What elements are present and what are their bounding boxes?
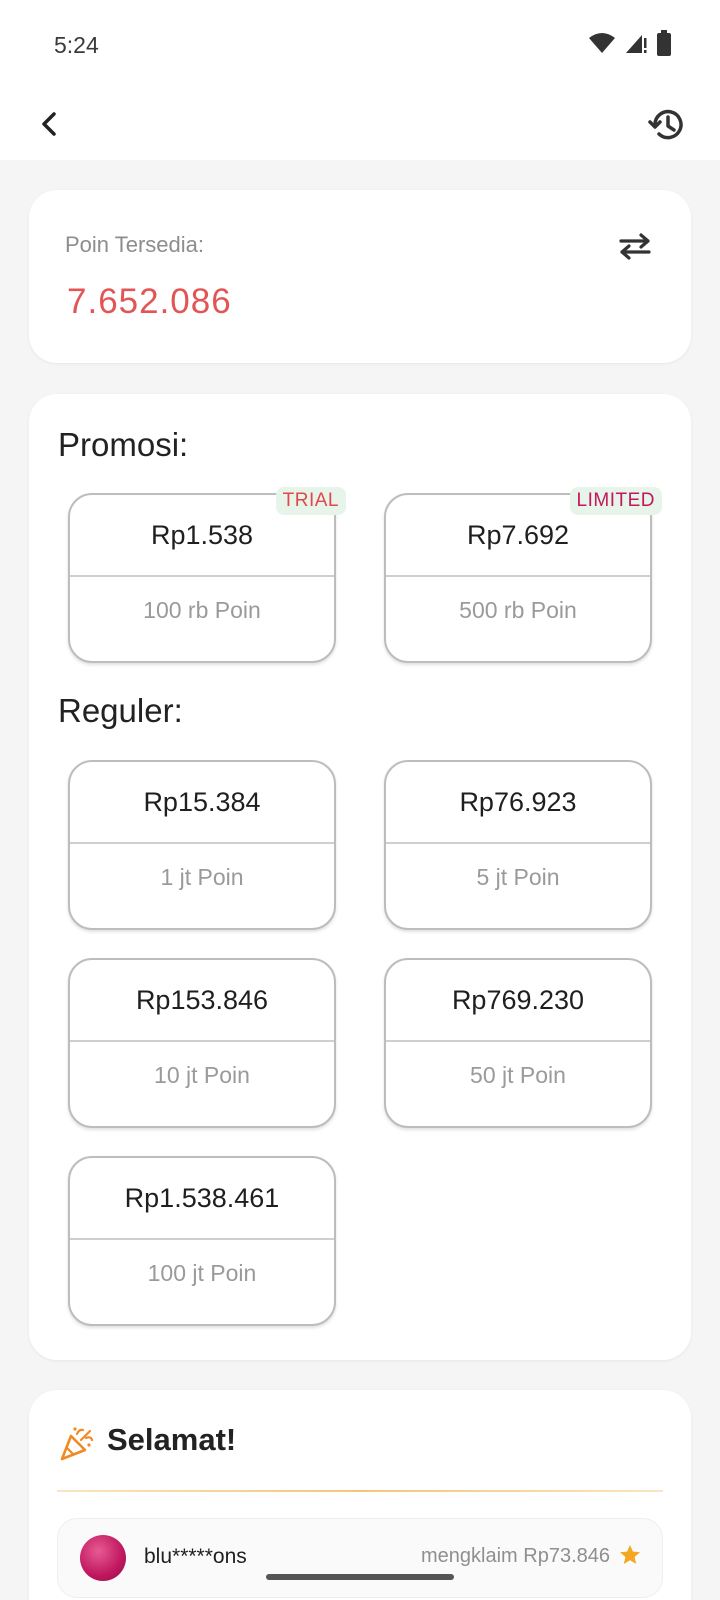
promo-package-trial[interactable]: Rp1.538 100 rb Poin TRIAL xyxy=(68,487,346,663)
reguler-package-3[interactable]: Rp153.846 10 jt Poin xyxy=(68,958,336,1128)
trial-badge: TRIAL xyxy=(275,487,346,515)
reguler-package-4[interactable]: Rp769.230 50 jt Poin xyxy=(384,958,652,1128)
status-bar: 5:24 xyxy=(0,0,720,90)
back-button[interactable] xyxy=(30,104,70,144)
congrats-title: Selamat! xyxy=(107,1422,237,1457)
promo-package-limited[interactable]: Rp7.692 500 rb Poin LIMITED xyxy=(384,487,662,663)
reguler-package-5[interactable]: Rp1.538.461 100 jt Poin xyxy=(68,1156,336,1326)
package-price: Rp1.538.461 xyxy=(70,1158,334,1240)
package-price: Rp769.230 xyxy=(386,960,650,1042)
star-icon xyxy=(618,1543,642,1567)
swap-arrows-icon xyxy=(619,233,651,260)
avatar xyxy=(80,1535,126,1581)
package-points: 100 rb Poin xyxy=(143,596,261,623)
app-bar xyxy=(0,90,720,160)
wifi-icon xyxy=(588,32,616,59)
claim-text: mengklaim Rp73.846 xyxy=(421,1545,610,1567)
package-points: 1 jt Poin xyxy=(160,863,244,890)
congrats-divider xyxy=(57,1490,663,1492)
points-value: 7.652.086 xyxy=(67,282,232,321)
home-indicator xyxy=(266,1574,454,1580)
points-card: Poin Tersedia: 7.652.086 xyxy=(29,190,691,363)
chevron-left-icon xyxy=(42,112,56,136)
swap-button[interactable] xyxy=(613,224,657,268)
status-icons xyxy=(588,29,672,61)
history-icon xyxy=(648,109,683,140)
signal-alert-icon xyxy=(624,32,648,59)
points-label: Poin Tersedia: xyxy=(65,232,205,257)
package-points: 100 jt Poin xyxy=(147,1259,257,1286)
reguler-package-2[interactable]: Rp76.923 5 jt Poin xyxy=(384,760,652,930)
limited-badge: LIMITED xyxy=(569,487,662,515)
battery-icon xyxy=(656,29,672,61)
congrats-card: Selamat! blu*****ons mengklaim Rp73.846 xyxy=(29,1390,691,1600)
claim-list-item: blu*****ons mengklaim Rp73.846 xyxy=(57,1518,663,1598)
reguler-package-1[interactable]: Rp15.384 1 jt Poin xyxy=(68,760,336,930)
package-points: 5 jt Poin xyxy=(476,863,560,890)
package-price: Rp76.923 xyxy=(386,762,650,844)
package-points: 10 jt Poin xyxy=(154,1061,250,1088)
party-popper-icon xyxy=(59,1426,95,1462)
reguler-section-title: Reguler: xyxy=(58,692,183,729)
package-points: 500 rb Poin xyxy=(459,596,577,623)
package-points: 50 jt Poin xyxy=(470,1061,566,1088)
packages-card: Promosi: Rp1.538 100 rb Poin TRIAL Rp7.6… xyxy=(29,394,691,1360)
claim-user: blu*****ons xyxy=(144,1545,247,1568)
status-time: 5:24 xyxy=(54,32,99,58)
history-button[interactable] xyxy=(644,102,690,148)
package-price: Rp15.384 xyxy=(70,762,334,844)
promo-section-title: Promosi: xyxy=(58,426,189,463)
package-price: Rp153.846 xyxy=(70,960,334,1042)
